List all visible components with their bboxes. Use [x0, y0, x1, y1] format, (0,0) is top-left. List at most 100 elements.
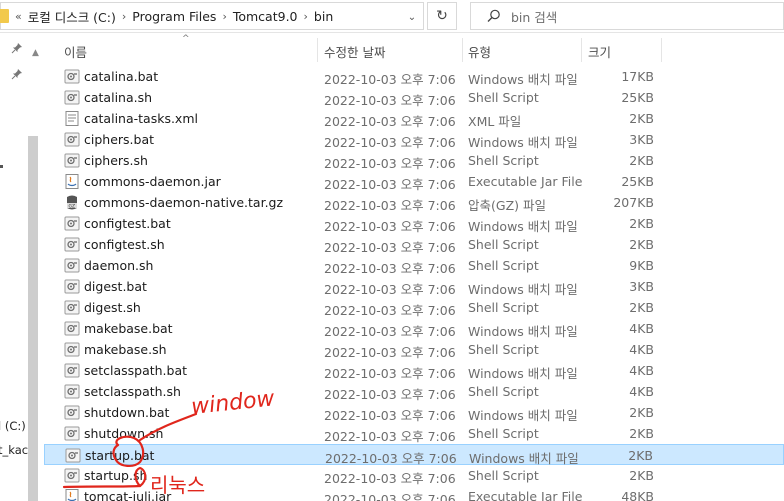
file-name: startup.sh: [84, 468, 148, 483]
chevron-right-icon[interactable]: ›: [216, 10, 232, 23]
nav-scrollbar-thumb[interactable]: [28, 136, 38, 501]
file-row[interactable]: configtest.sh 2022-10-03 오후 7:06 Shell Scr…: [44, 234, 784, 255]
file-date: 2022-10-03 오후 7:06: [324, 324, 456, 339]
file-row[interactable]: makebase.sh 2022-10-03 오후 7:06 Shell Scrip…: [44, 339, 784, 360]
file-type: Windows 배치 파일: [468, 219, 578, 234]
file-row[interactable]: daemon.sh 2022-10-03 오후 7:06 Shell Script 9…: [44, 255, 784, 276]
batch-file-icon: [64, 405, 80, 420]
refresh-button[interactable]: ↻: [427, 2, 457, 30]
jar-file-icon: [64, 489, 80, 501]
column-divider[interactable]: [462, 38, 463, 62]
scroll-up-icon[interactable]: ▲: [32, 48, 39, 58]
file-row[interactable]: startup.sh 2022-10-03 오후 7:06 Shell Script…: [44, 465, 784, 486]
file-type: Windows 배치 파일: [468, 135, 578, 150]
file-row[interactable]: GZ commons-daemon-native.tar.gz 2022-10-03…: [44, 192, 784, 213]
file-type: Windows 배치 파일: [468, 324, 578, 339]
file-type: Shell Script: [468, 342, 539, 357]
search-input[interactable]: bin 검색: [511, 7, 557, 26]
file-row[interactable]: setclasspath.sh 2022-10-03 오후 7:06 Shell S…: [44, 381, 784, 402]
file-row[interactable]: shutdown.sh 2022-10-03 오후 7:06 Shell Scrip…: [44, 423, 784, 444]
file-size: 25KB: [621, 174, 654, 189]
file-size: 2KB: [629, 426, 654, 441]
column-header-date[interactable]: 수정한 날짜: [324, 42, 385, 61]
column-header-type[interactable]: 유형: [468, 42, 491, 61]
file-row[interactable]: setclasspath.bat 2022-10-03 오후 7:06 Window…: [44, 360, 784, 381]
breadcrumb-tomcat[interactable]: Tomcat9.0: [233, 9, 298, 24]
file-date: 2022-10-03 오후 7:06: [324, 345, 456, 360]
file-row[interactable]: commons-daemon.jar 2022-10-03 오후 7:06 Exec…: [44, 171, 784, 192]
file-name: digest.sh: [84, 300, 141, 315]
address-bar[interactable]: « 로컬 디스크 (C:) › Program Files › Tomcat9.…: [0, 2, 424, 30]
file-row[interactable]: catalina-tasks.xml 2022-10-03 오후 7:06 XML …: [44, 108, 784, 129]
file-name: startup.bat: [85, 448, 155, 463]
file-name: catalina-tasks.xml: [84, 111, 198, 126]
address-dropdown-icon[interactable]: ⌄: [399, 3, 425, 31]
breadcrumb-program-files[interactable]: Program Files: [132, 9, 216, 24]
file-row[interactable]: catalina.sh 2022-10-03 오후 7:06 Shell Scrip…: [44, 87, 784, 108]
file-name: setclasspath.sh: [84, 384, 181, 399]
refresh-icon: ↻: [436, 8, 448, 24]
file-type: XML 파일: [468, 114, 522, 129]
file-name: configtest.bat: [84, 216, 171, 231]
file-name: ciphers.bat: [84, 132, 155, 147]
file-row[interactable]: ciphers.sh 2022-10-03 오후 7:06 Shell Script…: [44, 150, 784, 171]
file-size: 2KB: [629, 153, 654, 168]
pin-icon[interactable]: [11, 42, 23, 54]
chevron-right-icon[interactable]: ›: [298, 10, 314, 23]
file-row[interactable]: shutdown.bat 2022-10-03 오후 7:06 Windows 배치…: [44, 402, 784, 423]
file-date: 2022-10-03 오후 7:06: [324, 492, 456, 501]
file-date: 2022-10-03 오후 7:06: [324, 135, 456, 150]
file-row[interactable]: ciphers.bat 2022-10-03 오후 7:06 Windows 배치 …: [44, 129, 784, 150]
file-name: tomcat-juli.jar: [84, 489, 172, 501]
search-box[interactable]: bin 검색: [470, 2, 784, 30]
file-type: Shell Script: [468, 237, 539, 252]
file-row[interactable]: configtest.bat 2022-10-03 오후 7:06 Windows …: [44, 213, 784, 234]
file-size: 3KB: [629, 279, 654, 294]
file-date: 2022-10-03 오후 7:06: [324, 198, 456, 213]
file-size: 9KB: [629, 258, 654, 273]
file-row[interactable]: makebase.bat 2022-10-03 오후 7:06 Windows 배치…: [44, 318, 784, 339]
nav-scrollbar[interactable]: [26, 74, 40, 501]
file-type: Shell Script: [468, 258, 539, 273]
file-name: commons-daemon-native.tar.gz: [84, 195, 284, 210]
file-date: 2022-10-03 오후 7:06: [324, 156, 456, 171]
pin-icon[interactable]: [11, 68, 23, 80]
batch-file-icon: [64, 216, 80, 231]
file-date: 2022-10-03 오후 7:06: [324, 93, 456, 108]
column-divider[interactable]: [317, 38, 318, 62]
file-date: 2022-10-03 오후 7:06: [324, 72, 456, 87]
file-name: daemon.sh: [84, 258, 154, 273]
file-row[interactable]: digest.bat 2022-10-03 오후 7:06 Windows 배치 파…: [44, 276, 784, 297]
jar-file-icon: [64, 174, 80, 189]
column-divider[interactable]: [661, 38, 662, 62]
nav-item-folder[interactable]: t_kac: [0, 443, 28, 457]
column-header-name[interactable]: 이름: [64, 42, 87, 61]
file-name: ciphers.sh: [84, 153, 148, 168]
file-type: Windows 배치 파일: [468, 72, 578, 87]
file-type: Shell Script: [468, 153, 539, 168]
file-name: makebase.bat: [84, 321, 173, 336]
chevron-right-icon[interactable]: ›: [116, 10, 132, 23]
file-date: 2022-10-03 오후 7:06: [324, 219, 456, 234]
file-name: commons-daemon.jar: [84, 174, 221, 189]
batch-file-icon: [64, 363, 80, 378]
file-row[interactable]: catalina.bat 2022-10-03 오후 7:06 Windows 배치…: [44, 66, 784, 87]
breadcrumb-local-disk[interactable]: 로컬 디스크 (C:): [28, 7, 116, 26]
file-type: Windows 배치 파일: [468, 282, 578, 297]
file-row[interactable]: startup.bat 2022-10-03 오후 7:06 Windows 배치 …: [44, 444, 784, 466]
file-date: 2022-10-03 오후 7:06: [324, 114, 456, 129]
file-date: 2022-10-03 오후 7:06: [324, 261, 456, 276]
file-size: 4KB: [629, 384, 654, 399]
column-divider[interactable]: [581, 38, 582, 62]
file-size: 2KB: [629, 468, 654, 483]
file-row[interactable]: tomcat-juli.jar 2022-10-03 오후 7:06 Executa…: [44, 486, 784, 501]
nav-item-drive[interactable]: l (C:): [0, 419, 26, 433]
breadcrumb-bin[interactable]: bin: [314, 9, 333, 24]
batch-file-icon: [65, 448, 81, 463]
batch-file-icon: [64, 69, 80, 84]
column-header-size[interactable]: 크기: [588, 42, 611, 61]
overflow-chevron-icon[interactable]: «: [9, 10, 28, 23]
file-size: 48KB: [621, 489, 654, 501]
file-row[interactable]: digest.sh 2022-10-03 오후 7:06 Shell Script 2…: [44, 297, 784, 318]
address-toolbar: « 로컬 디스크 (C:) › Program Files › Tomcat9.…: [0, 0, 784, 33]
